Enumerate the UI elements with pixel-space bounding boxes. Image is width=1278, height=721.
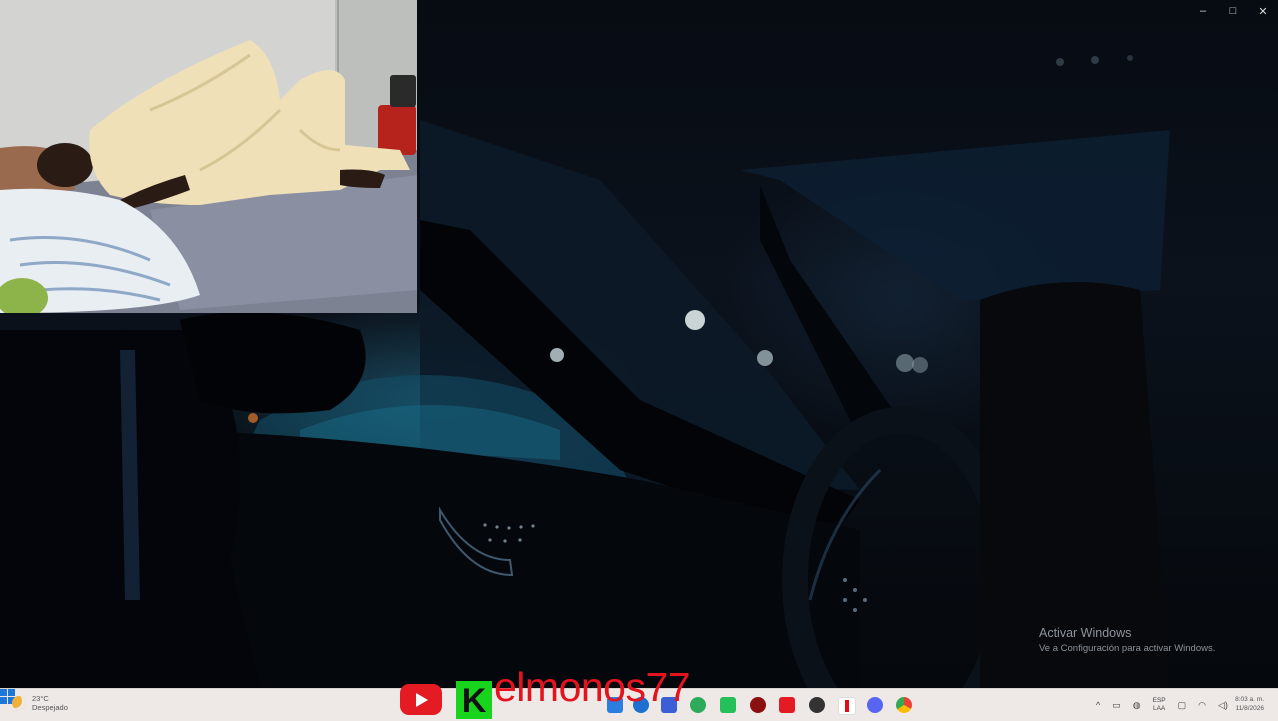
activate-windows-watermark: Activar Windows Ve a Configuración para … bbox=[1039, 626, 1215, 655]
window-controls: ‒ □ ✕ bbox=[1188, 0, 1278, 22]
show-hidden-icons-chevron[interactable]: ^ bbox=[1096, 700, 1100, 710]
volume-icon[interactable]: ◁) bbox=[1218, 700, 1228, 711]
clock[interactable]: 8:03 a. m. 11/8/2026 bbox=[1235, 695, 1264, 713]
network-icon[interactable]: ▭ bbox=[1112, 700, 1121, 711]
webcam-scene bbox=[0, 0, 417, 313]
restore-button[interactable]: □ bbox=[1218, 0, 1248, 22]
microphone-icon[interactable]: ◍ bbox=[1133, 700, 1141, 711]
display-icon[interactable]: ▢ bbox=[1178, 700, 1187, 711]
taskbar-app-icon[interactable] bbox=[809, 697, 825, 713]
kick-logo-icon: K bbox=[456, 681, 492, 720]
watermark-subtitle: Ve a Configuración para activar Windows. bbox=[1039, 643, 1216, 654]
clock-date: 11/8/2026 bbox=[1235, 705, 1264, 712]
weather-widget[interactable]: 23°C Despejado bbox=[12, 694, 68, 712]
taskbar-app-icon[interactable] bbox=[690, 697, 706, 713]
clock-time: 8:03 a. m. bbox=[1235, 696, 1264, 703]
minimize-button[interactable]: ‒ bbox=[1188, 0, 1218, 22]
webcam-overlay bbox=[0, 0, 417, 313]
chrome-icon[interactable] bbox=[896, 697, 912, 713]
taskbar-app-icon[interactable] bbox=[750, 697, 766, 713]
wifi-icon[interactable]: ◠ bbox=[1198, 700, 1206, 711]
channel-name: elmonos77 bbox=[494, 664, 691, 710]
moon-icon bbox=[12, 696, 26, 710]
youtube-icon[interactable] bbox=[779, 697, 795, 713]
weather-condition: Despejado bbox=[32, 703, 68, 712]
language-indicator[interactable]: ESP LAA bbox=[1153, 697, 1166, 713]
discord-icon[interactable] bbox=[867, 697, 883, 713]
watermark-title: Activar Windows bbox=[1039, 626, 1132, 640]
netflix-icon[interactable] bbox=[838, 697, 856, 715]
system-tray: ^ ▭ ◍ ESP LAA ▢ ◠ ◁) bbox=[1096, 689, 1240, 721]
youtube-logo-icon bbox=[400, 684, 442, 715]
close-button[interactable]: ✕ bbox=[1248, 0, 1278, 22]
weather-temp: 23°C bbox=[32, 694, 49, 703]
whatsapp-icon[interactable] bbox=[720, 697, 736, 713]
